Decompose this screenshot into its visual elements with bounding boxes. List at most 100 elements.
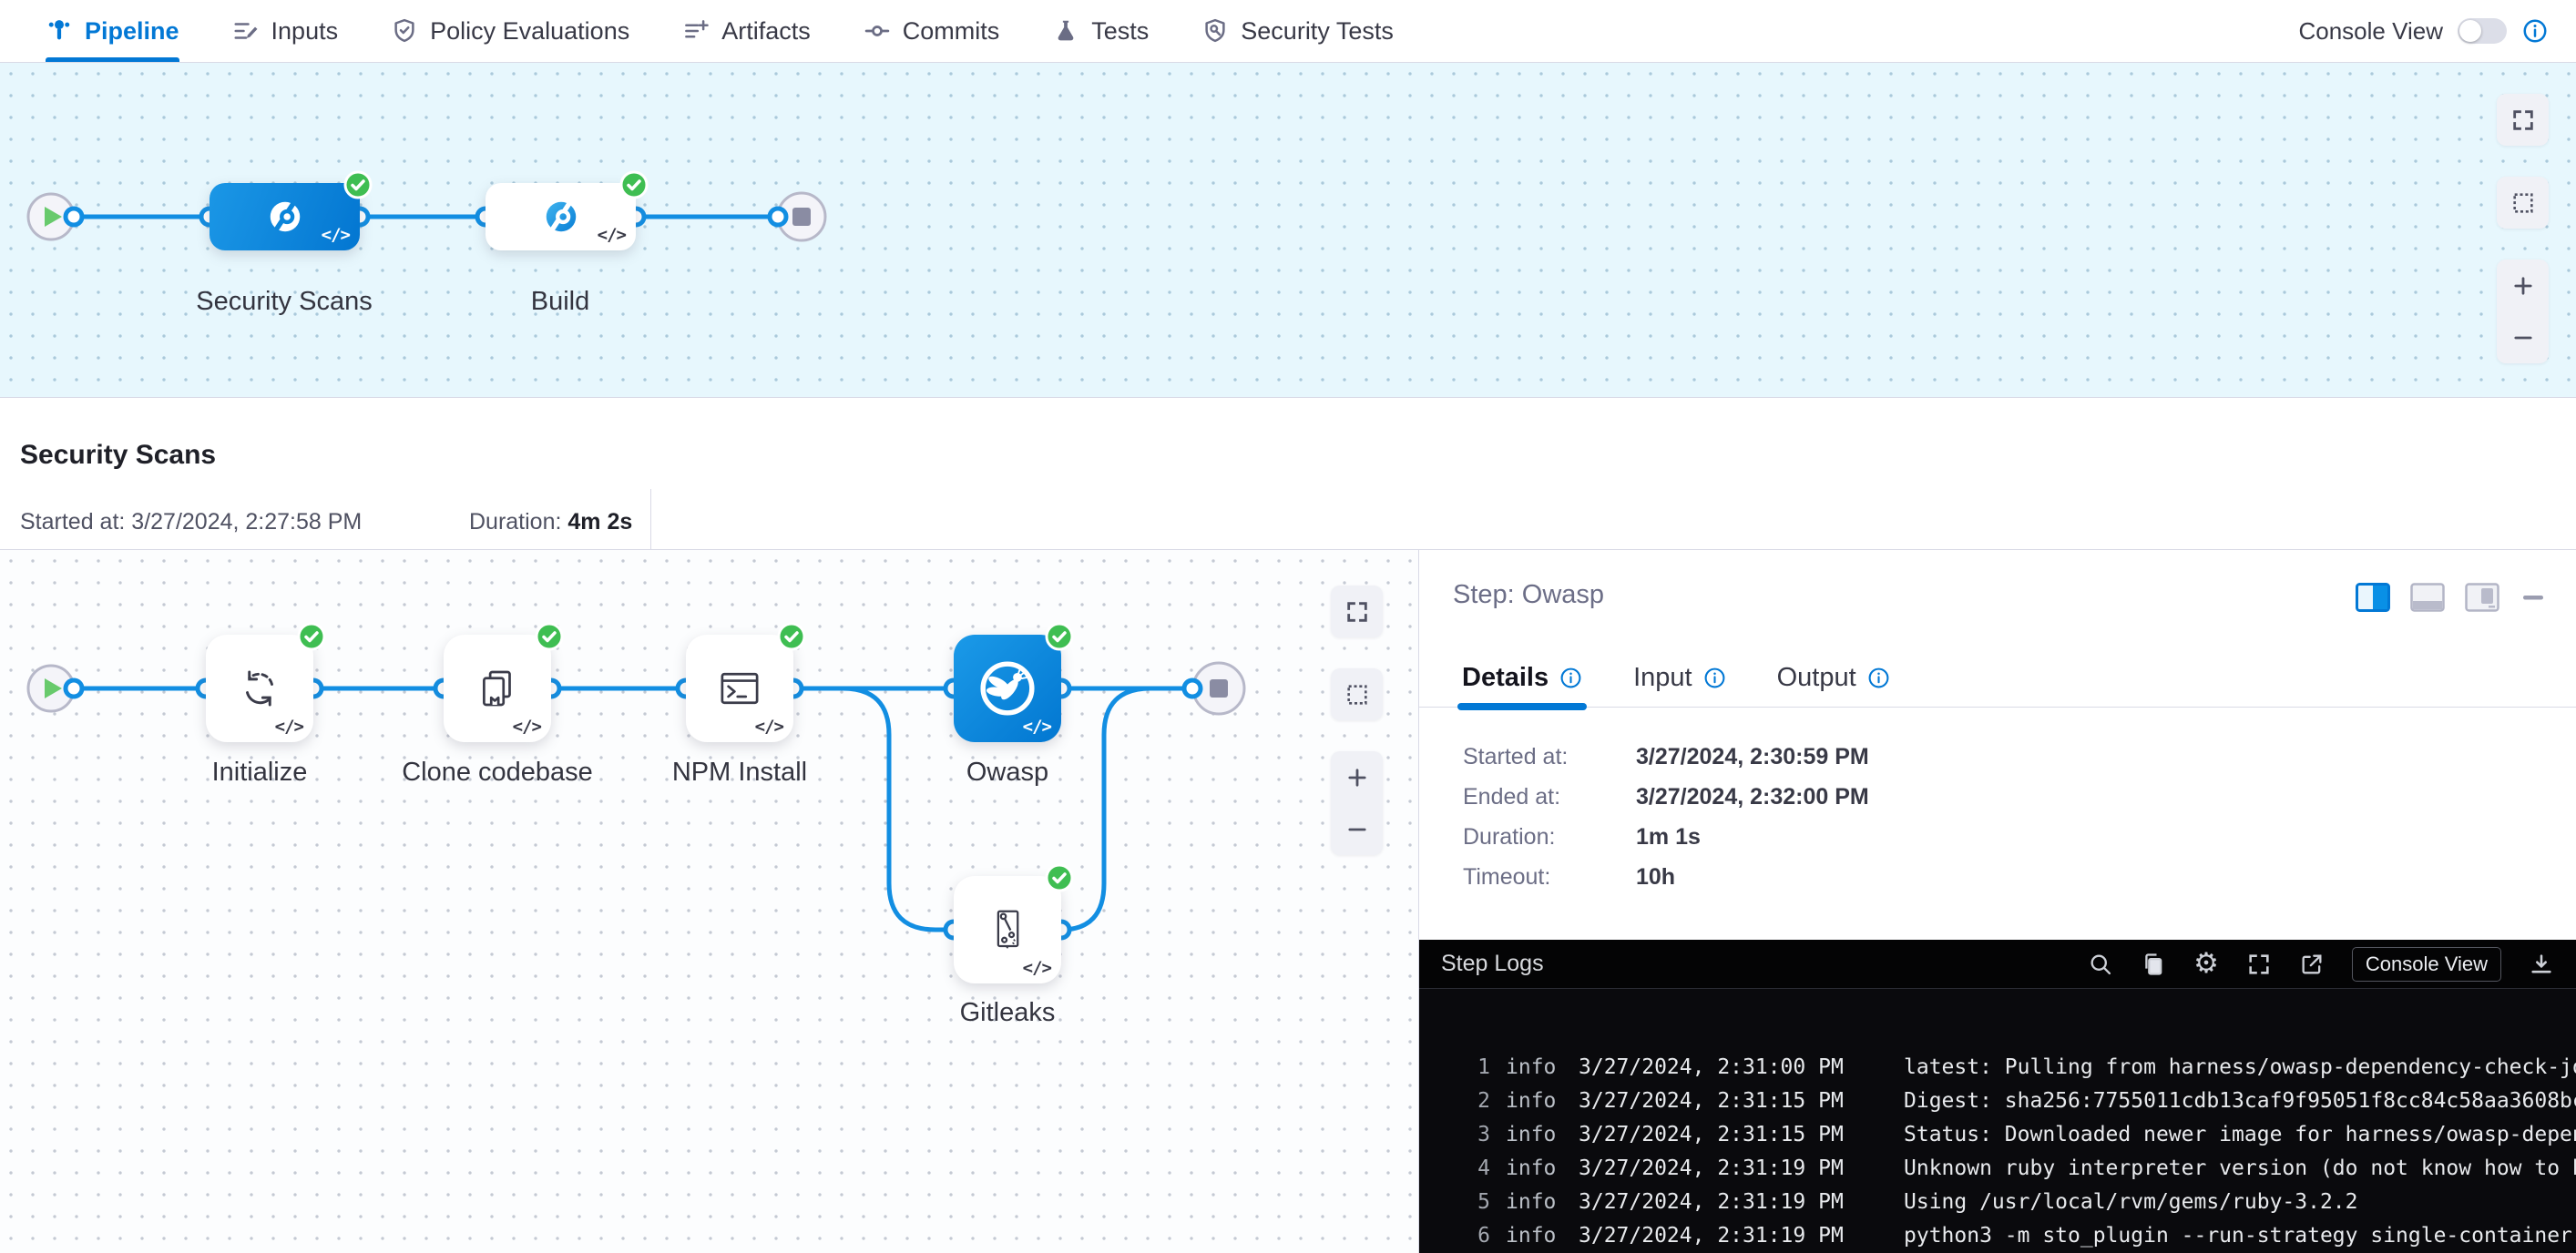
log-message: Status: Downloaded newer image for harne… [1904,1123,2576,1146]
detail-value: 10h [1636,864,1675,891]
info-icon[interactable] [1703,667,1726,689]
zoom-out-button[interactable] [2497,311,2549,363]
security-tests-icon [1201,17,1229,45]
tab-output[interactable]: Output [1775,648,1892,707]
tab-label: Output [1777,663,1856,693]
zoom-controls [1331,751,1383,855]
detail-label: Started at: [1463,744,1636,770]
stage-node-build[interactable]: </> [486,183,636,250]
panel-view-controls [2356,583,2547,612]
log-level: info [1506,1224,1557,1248]
log-line: 6 info 3/27/2024, 2:31:19 PM python3 -m … [1419,1218,2576,1252]
stage-label-build: Build [531,287,590,317]
detail-label: Ended at: [1463,784,1636,810]
log-level: info [1506,1156,1557,1180]
step-node-initialize[interactable]: </> [206,635,313,742]
info-icon[interactable] [2521,17,2549,45]
step-logs-toolbar: ⚙ Console View [2088,947,2554,982]
inputs-icon [232,17,260,45]
console-view-button[interactable]: Console View [2352,947,2501,982]
info-icon[interactable] [1867,667,1890,689]
tab-details[interactable]: Details [1460,648,1584,707]
settings-gear-icon[interactable]: ⚙ [2193,950,2219,978]
log-line: 4 info 3/27/2024, 2:31:19 PM Unknown rub… [1419,1151,2576,1185]
copy-icon[interactable] [2141,952,2166,977]
tab-label: Tests [1091,17,1149,46]
success-badge [777,622,806,651]
detail-value: 3/27/2024, 2:32:00 PM [1636,784,1869,810]
tab-label: Details [1462,663,1549,693]
marquee-select-button[interactable] [1331,668,1383,720]
log-line-number: 6 [1419,1224,1490,1248]
log-level: info [1506,1089,1557,1113]
pipeline-graph-canvas[interactable]: </> </> Security Scans Build [0,63,2576,398]
log-message: Using /usr/local/rvm/gems/ruby-3.2.2 [1904,1190,2358,1214]
floating-view-icon[interactable] [2465,583,2499,612]
owasp-icon [972,653,1043,724]
step-node-npm-install[interactable]: </> [686,635,793,742]
fullscreen-button[interactable] [1331,586,1383,637]
success-badge [343,170,373,199]
step-panel-tabs: Details Input Output [1419,648,2576,708]
tab-label: Artifacts [721,17,811,46]
log-line: 1 info 3/27/2024, 2:31:00 PM latest: Pul… [1419,1050,2576,1084]
minimize-panel-icon[interactable] [2520,583,2547,612]
zoom-controls [2497,260,2549,363]
step-node-owasp[interactable]: </> [954,635,1061,742]
zoom-in-button[interactable] [1331,751,1383,803]
npm-install-icon [715,664,764,713]
download-logs-icon[interactable] [2529,952,2554,977]
stage-summary: Security Scans Started at: 3/27/2024, 2:… [0,398,2576,550]
tab-artifacts[interactable]: Artifacts [682,0,811,62]
nav-right: Console View [2298,17,2549,46]
log-level: info [1506,1055,1557,1079]
log-line: 5 info 3/27/2024, 2:31:19 PM Using /usr/… [1419,1185,2576,1218]
tab-tests[interactable]: Tests [1052,0,1149,62]
step-label-initialize: Initialize [212,758,308,788]
clone-codebase-icon [473,664,522,713]
search-icon[interactable] [2088,952,2113,977]
expand-logs-icon[interactable] [2246,952,2272,977]
step-logs-body[interactable]: 1 info 3/27/2024, 2:31:00 PM latest: Pul… [1419,990,2576,1253]
log-message: Unknown ruby interpreter version (do not… [1904,1156,2576,1180]
tab-input[interactable]: Input [1631,648,1728,707]
stage-started-at: Started at: 3/27/2024, 2:27:58 PM [20,509,362,535]
pipeline-canvas-controls [2497,94,2549,363]
split-right-view-icon[interactable] [2356,583,2390,612]
tab-inputs[interactable]: Inputs [232,0,339,62]
log-level: info [1506,1123,1557,1146]
tab-pipeline[interactable]: Pipeline [46,0,179,62]
info-icon[interactable] [1559,667,1582,689]
step-node-gitleaks[interactable]: </> [954,876,1061,983]
nav-tabs: Pipeline Inputs Policy Evaluations Artif… [46,0,1394,62]
toggle-knob [2459,20,2481,42]
step-logs-console: Step Logs ⚙ Console View [1419,940,2576,1253]
build-stage-icon [537,193,585,240]
open-in-new-icon[interactable] [2299,952,2325,977]
zoom-out-button[interactable] [1331,803,1383,855]
split-bottom-view-icon[interactable] [2410,583,2445,612]
pipeline-execution-page: Pipeline Inputs Policy Evaluations Artif… [0,0,2576,1253]
step-logs-header: Step Logs ⚙ Console View [1419,940,2576,989]
tab-label: Security Tests [1241,17,1394,46]
stage-summary-title: Security Scans [20,440,216,471]
initialize-icon [235,664,284,713]
marquee-select-button[interactable] [2497,177,2549,229]
console-view-toggle[interactable] [2458,18,2507,44]
step-label-owasp: Owasp [966,758,1048,788]
log-timestamp: 3/27/2024, 2:31:19 PM [1579,1156,1880,1180]
artifacts-icon [682,17,710,45]
tab-label: Policy Evaluations [430,17,629,46]
tab-policy-evaluations[interactable]: Policy Evaluations [391,0,629,62]
log-timestamp: 3/27/2024, 2:31:15 PM [1579,1123,1880,1146]
stage-node-security-scans[interactable]: </> [210,183,360,250]
tab-commits[interactable]: Commits [864,0,1000,62]
code-glyph: </> [513,717,541,737]
tab-security-tests[interactable]: Security Tests [1201,0,1394,62]
success-badge [1045,863,1074,892]
zoom-in-button[interactable] [2497,260,2549,311]
stage-graph-canvas[interactable]: </> </> [0,550,1419,1253]
fullscreen-button[interactable] [2497,94,2549,146]
step-panel-title: Step: Owasp [1453,580,1604,610]
step-node-clone-codebase[interactable]: </> [444,635,551,742]
